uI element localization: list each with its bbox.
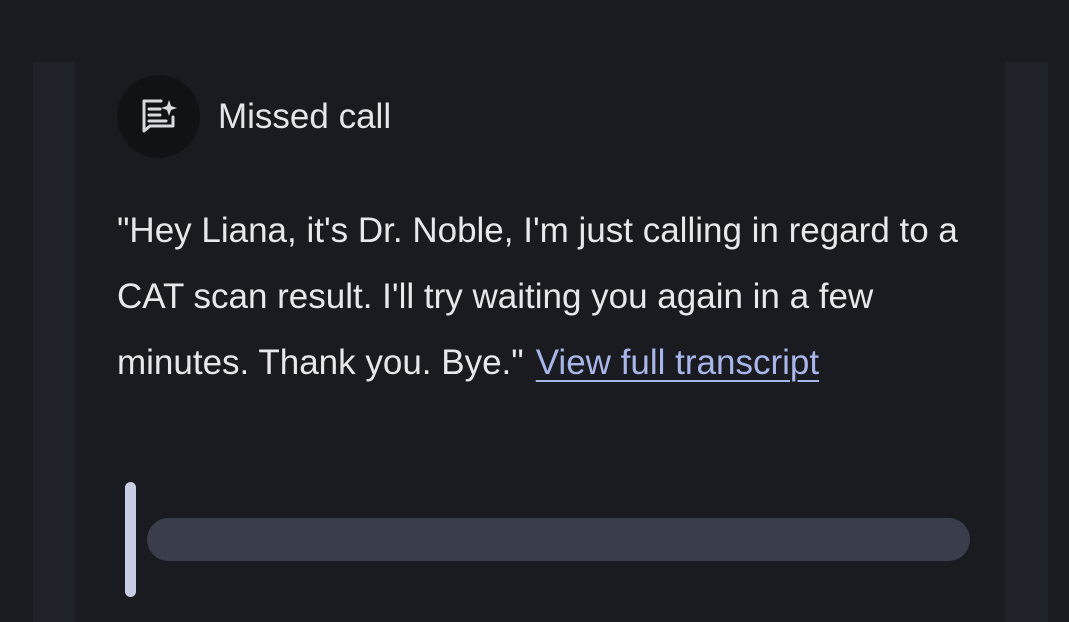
view-full-transcript-link[interactable]: View full transcript (536, 343, 819, 382)
left-side-panel (33, 62, 75, 622)
card-title: Missed call (218, 97, 392, 136)
transcript-sparkle-icon (142, 99, 177, 132)
icon-badge (117, 75, 200, 158)
right-side-panel (1005, 62, 1048, 622)
transcript-preview: "Hey Liana, it's Dr. Noble, I'm just cal… (117, 198, 997, 396)
playback-progress-track[interactable] (147, 518, 970, 561)
playback-scrubber-handle[interactable] (125, 482, 136, 597)
